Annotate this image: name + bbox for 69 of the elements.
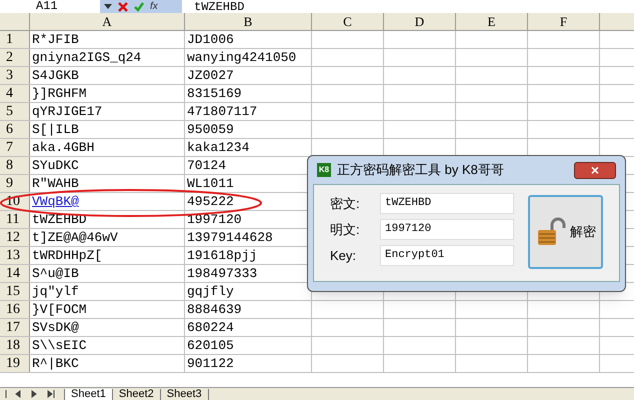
close-button[interactable]: × — [574, 162, 616, 178]
unlocked-padlock-icon — [536, 217, 566, 247]
column-header[interactable]: B — [185, 13, 312, 30]
row-header[interactable]: 1 — [0, 31, 30, 48]
row-header[interactable]: 9 — [0, 175, 30, 192]
app-icon: K8 — [317, 163, 331, 177]
table-cell: wanying4241050 — [185, 49, 312, 66]
input-field[interactable]: Encrypt01 — [380, 245, 514, 266]
table-cell: S4JGKB — [30, 67, 185, 84]
column-header[interactable]: D — [384, 13, 456, 30]
row-header[interactable]: 13 — [0, 247, 30, 264]
table-cell: R"WAHB — [30, 175, 185, 192]
table-cell: }]RGHFM — [30, 85, 185, 102]
row-header[interactable]: 18 — [0, 337, 30, 354]
table-cell: SYuDKC — [30, 157, 185, 174]
row-header[interactable]: 3 — [0, 67, 30, 84]
name-box[interactable]: A11 — [0, 0, 100, 13]
table-cell: t]ZE@A@46wV — [30, 229, 185, 246]
table-cell: qYRJIGE17 — [30, 103, 185, 120]
cancel-icon[interactable] — [118, 2, 128, 12]
table-cell: tWRDHHpZ[ — [30, 247, 185, 264]
field-label: Key: — [330, 246, 358, 265]
row-header[interactable]: 6 — [0, 121, 30, 138]
field-label: 明文: — [330, 220, 361, 239]
row-header[interactable]: 14 — [0, 265, 30, 282]
row-header[interactable]: 7 — [0, 139, 30, 156]
input-field[interactable]: tWZEHBD — [380, 193, 514, 214]
row-header[interactable]: 11 — [0, 211, 30, 228]
table-cell: aka.4GBH — [30, 139, 185, 156]
field-label: 密文: — [330, 194, 361, 213]
table-cell: 471807117 — [185, 103, 312, 120]
row-header[interactable]: 4 — [0, 85, 30, 102]
table-cell: R^|BKC — [30, 355, 185, 372]
table-cell: S\\sEIC — [30, 337, 185, 354]
column-header[interactable]: E — [456, 13, 528, 30]
sheet-tab[interactable]: Sheet1 — [64, 388, 113, 400]
table-cell: JD1006 — [185, 31, 312, 48]
input-field[interactable]: 1997120 — [380, 219, 514, 240]
window-title: 正方密码解密工具 by K8哥哥 — [337, 161, 504, 180]
function-button[interactable]: fx — [150, 2, 158, 12]
row-header[interactable]: 5 — [0, 103, 30, 120]
decrypt-button[interactable]: 解密 — [528, 195, 603, 269]
table-cell: S^u@IB — [30, 265, 185, 282]
table-cell: gniyna2IGS_q24 — [30, 49, 185, 66]
table-cell: 950059 — [185, 121, 312, 138]
dropdown-icon[interactable] — [104, 4, 112, 9]
row-header[interactable]: 17 — [0, 319, 30, 336]
table-cell: SVsDK@ — [30, 319, 185, 336]
table-cell[interactable]: VWqBK@ — [30, 193, 185, 210]
row-header[interactable]: 19 — [0, 355, 30, 372]
table-cell: }V[FOCM — [30, 301, 185, 318]
row-header[interactable]: 15 — [0, 283, 30, 300]
table-cell: S[|ILB — [30, 121, 185, 138]
table-cell: 680224 — [185, 319, 312, 336]
row-header[interactable]: 16 — [0, 301, 30, 318]
table-cell: 901122 — [185, 355, 312, 372]
table-cell: jq"ylf — [30, 283, 185, 300]
formula-field[interactable]: tWZEHBD — [182, 0, 244, 12]
table-cell: R*JFIB — [30, 31, 185, 48]
column-header[interactable]: F — [528, 13, 600, 30]
table-cell: 8315169 — [185, 85, 312, 102]
row-header[interactable]: 8 — [0, 157, 30, 174]
row-header[interactable]: 12 — [0, 229, 30, 246]
column-header[interactable]: C — [312, 13, 384, 30]
row-header[interactable]: 2 — [0, 49, 30, 66]
table-cell: 620105 — [185, 337, 312, 354]
table-cell: 8884639 — [185, 301, 312, 318]
table-cell: JZ0027 — [185, 67, 312, 84]
column-header[interactable]: A — [30, 13, 185, 30]
